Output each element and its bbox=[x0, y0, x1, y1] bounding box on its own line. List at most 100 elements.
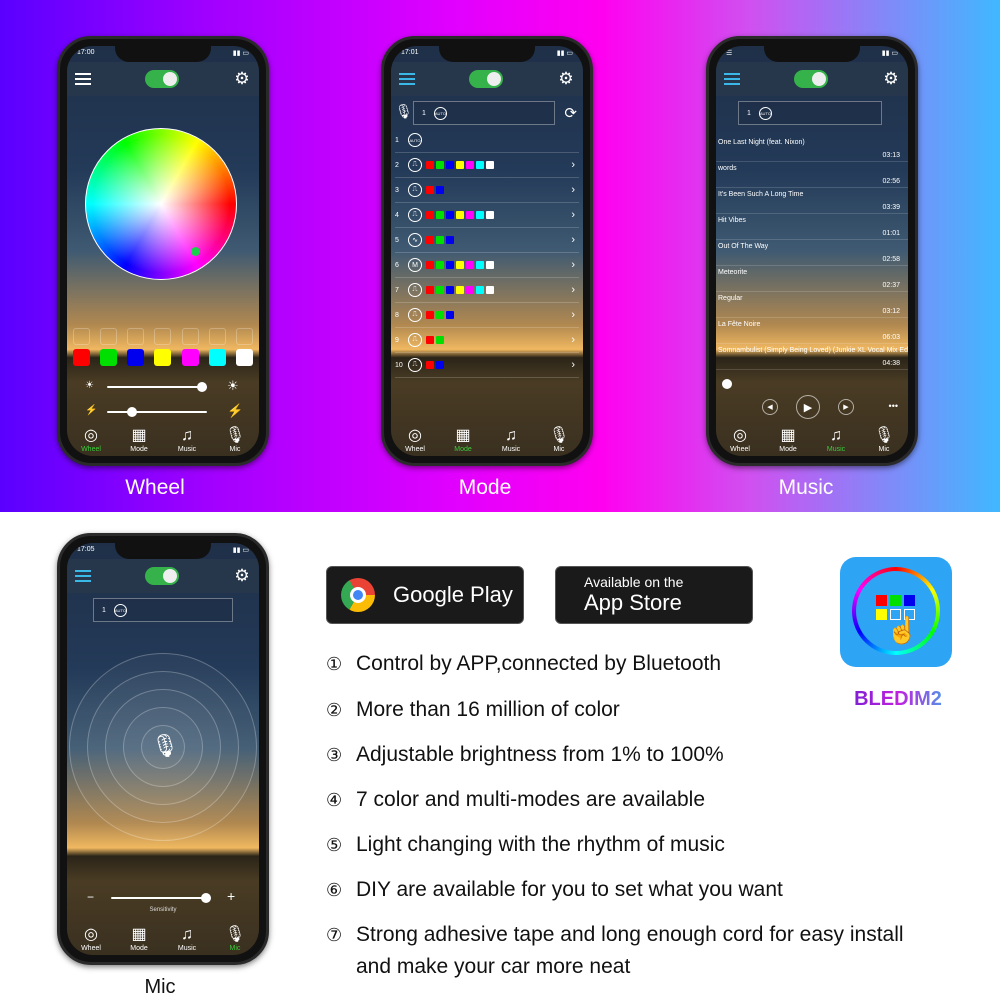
chevron-right-icon[interactable]: › bbox=[571, 309, 579, 321]
current-mode-box[interactable]: 1 AUTO bbox=[738, 101, 882, 125]
current-mode-box[interactable]: 1 AUTO bbox=[413, 101, 555, 125]
song-item[interactable]: Somnambulist (Simply Being Loved) (Junki… bbox=[716, 344, 908, 370]
mode-row[interactable]: 2 ⎍ › bbox=[395, 153, 579, 178]
mic-icon[interactable]: 🎙 bbox=[151, 733, 179, 759]
minus-icon[interactable]: − bbox=[87, 890, 94, 904]
power-toggle[interactable] bbox=[794, 70, 828, 88]
song-item[interactable]: La Fête Noire 06:03 bbox=[716, 318, 908, 344]
gear-icon[interactable]: ⚙ bbox=[233, 70, 251, 88]
nav-wheel[interactable]: ◎ Wheel bbox=[71, 426, 111, 453]
color-wheel[interactable] bbox=[85, 128, 237, 280]
nav-music[interactable]: ♫ Music bbox=[167, 426, 207, 453]
empty-swatch[interactable] bbox=[100, 328, 118, 345]
google-play-badge[interactable]: Google Play bbox=[326, 566, 524, 624]
speed-slider[interactable] bbox=[107, 407, 207, 417]
chevron-right-icon[interactable]: › bbox=[571, 209, 579, 221]
color-swatch[interactable] bbox=[208, 349, 226, 366]
feature-text: More than 16 million of color bbox=[356, 698, 620, 721]
plus-icon[interactable]: + bbox=[227, 888, 235, 904]
mic-mode-icon[interactable]: 🎙 bbox=[395, 103, 413, 120]
app-store-badge[interactable]: Available on the App Store bbox=[555, 566, 753, 624]
nav-mode[interactable]: ▦ Mode bbox=[119, 426, 159, 453]
nav-wheel[interactable]: ◎ Wheel bbox=[720, 426, 760, 453]
next-button[interactable]: ▶ bbox=[838, 399, 854, 415]
nav-music[interactable]: ♫ Music bbox=[167, 925, 207, 952]
empty-swatch[interactable] bbox=[181, 328, 199, 345]
song-item[interactable]: One Last Night (feat. Nixon) 03:13 bbox=[716, 136, 908, 162]
mode-row[interactable]: 9 ⎍ › bbox=[395, 328, 579, 353]
mode-row[interactable]: 4 ⎍ › bbox=[395, 203, 579, 228]
more-button[interactable]: ••• bbox=[889, 401, 898, 411]
nav-mode[interactable]: ▦ Mode bbox=[768, 426, 808, 453]
play-button[interactable]: ▶ bbox=[796, 395, 820, 419]
nav-mic[interactable]: 🎙 Mic bbox=[215, 925, 255, 952]
chevron-right-icon[interactable]: › bbox=[571, 284, 579, 296]
power-toggle[interactable] bbox=[145, 70, 179, 88]
gear-icon[interactable]: ⚙ bbox=[882, 70, 900, 88]
nav-music[interactable]: ♫ Music bbox=[816, 426, 856, 453]
nav-wheel[interactable]: ◎ Wheel bbox=[395, 426, 435, 453]
color-picker-handle[interactable] bbox=[191, 247, 200, 256]
mode-row[interactable]: 3 ⎍ › bbox=[395, 178, 579, 203]
color-swatch[interactable] bbox=[235, 349, 253, 366]
color-swatch[interactable] bbox=[154, 349, 172, 366]
slider-knob[interactable] bbox=[127, 407, 137, 417]
slider-knob[interactable] bbox=[201, 893, 211, 903]
chevron-right-icon[interactable]: › bbox=[571, 259, 579, 271]
gear-icon[interactable]: ⚙ bbox=[233, 567, 251, 585]
chevron-right-icon[interactable]: › bbox=[571, 159, 579, 171]
auto-icon: AUTO bbox=[408, 133, 422, 147]
color-swatch[interactable] bbox=[127, 349, 145, 366]
color-chip bbox=[466, 286, 474, 294]
slider-knob[interactable] bbox=[197, 382, 207, 392]
color-swatch[interactable] bbox=[73, 349, 90, 366]
chevron-right-icon[interactable]: › bbox=[571, 334, 579, 346]
song-title: Somnambulist (Simply Being Loved) (Junki… bbox=[718, 347, 908, 354]
previous-button[interactable]: ◀ bbox=[762, 399, 778, 415]
nav-mic[interactable]: 🎙 Mic bbox=[539, 426, 579, 453]
mode-row[interactable]: 6 M › bbox=[395, 253, 579, 278]
nav-mode[interactable]: ▦ Mode bbox=[119, 925, 159, 952]
nav-mic[interactable]: 🎙 Mic bbox=[864, 426, 904, 453]
gear-icon[interactable]: ⚙ bbox=[557, 70, 575, 88]
empty-swatch[interactable] bbox=[73, 328, 90, 345]
mode-row[interactable]: 1 AUTO bbox=[395, 128, 579, 153]
power-toggle[interactable] bbox=[145, 567, 179, 585]
chevron-right-icon[interactable]: › bbox=[571, 234, 579, 246]
menu-icon[interactable] bbox=[724, 73, 740, 85]
mode-row[interactable]: 10 ⎍ › bbox=[395, 353, 579, 378]
song-item[interactable]: Regular 03:12 bbox=[716, 292, 908, 318]
mode-row[interactable]: 5 ∿ › bbox=[395, 228, 579, 253]
chevron-right-icon[interactable]: › bbox=[571, 184, 579, 196]
color-swatch[interactable] bbox=[100, 349, 118, 366]
menu-icon[interactable] bbox=[75, 570, 91, 582]
song-item[interactable]: Hit Vibes 01:01 bbox=[716, 214, 908, 240]
mode-row[interactable]: 7 ⎍ › bbox=[395, 278, 579, 303]
song-item[interactable]: It's Been Such A Long Time 03:39 bbox=[716, 188, 908, 214]
nav-wheel[interactable]: ◎ Wheel bbox=[71, 925, 111, 952]
mode-row[interactable]: 8 ⎍ › bbox=[395, 303, 579, 328]
progress-knob[interactable] bbox=[722, 379, 732, 389]
status-menu: ☰ bbox=[726, 50, 733, 57]
menu-icon[interactable] bbox=[75, 73, 91, 85]
menu-icon[interactable] bbox=[399, 73, 415, 85]
status-bar: 17:05 ▮▮ ▭ bbox=[77, 546, 249, 556]
nav-music[interactable]: ♫ Music bbox=[491, 426, 531, 453]
song-item[interactable]: words 02:56 bbox=[716, 162, 908, 188]
power-toggle[interactable] bbox=[469, 70, 503, 88]
mode-number: 1 bbox=[102, 606, 106, 614]
nav-mic[interactable]: 🎙 Mic bbox=[215, 426, 255, 453]
brightness-slider[interactable] bbox=[107, 382, 207, 392]
empty-swatch[interactable] bbox=[208, 328, 226, 345]
refresh-icon[interactable]: ⟳ bbox=[564, 104, 577, 122]
sensitivity-slider[interactable] bbox=[111, 893, 211, 903]
current-mode-box[interactable]: 1 AUTO bbox=[93, 598, 233, 622]
empty-swatch[interactable] bbox=[235, 328, 253, 345]
empty-swatch[interactable] bbox=[154, 328, 172, 345]
song-item[interactable]: Out Of The Way 02:58 bbox=[716, 240, 908, 266]
color-swatch[interactable] bbox=[181, 349, 199, 366]
empty-swatch[interactable] bbox=[127, 328, 145, 345]
nav-mode[interactable]: ▦ Mode bbox=[443, 426, 483, 453]
chevron-right-icon[interactable]: › bbox=[571, 359, 579, 371]
song-item[interactable]: Meteorite 02:37 bbox=[716, 266, 908, 292]
